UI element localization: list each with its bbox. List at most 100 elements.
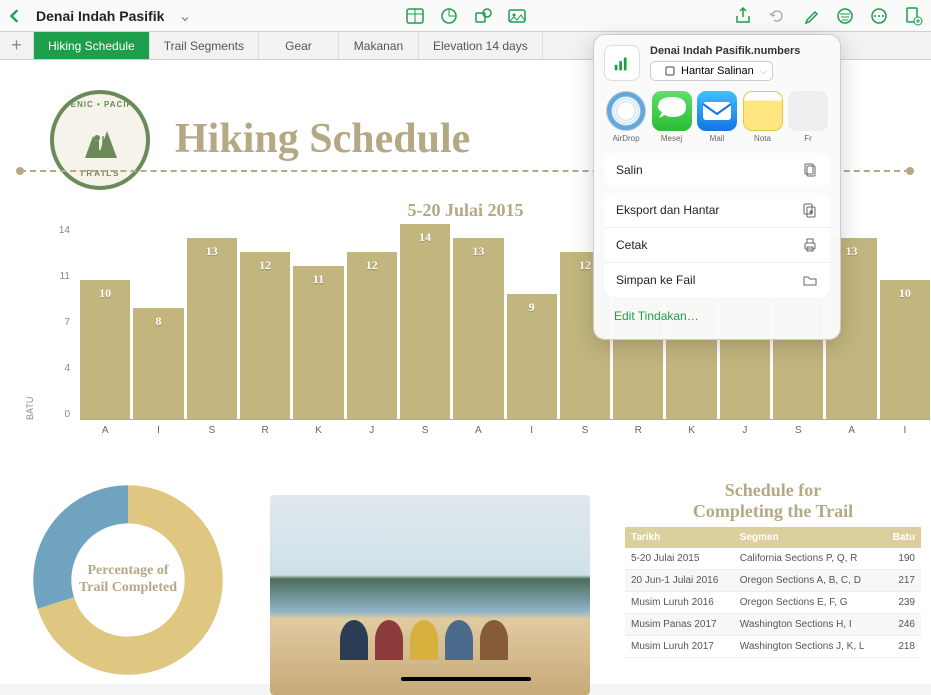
bar-value-label: 12 [259, 258, 271, 273]
x-tick-label: K [666, 425, 716, 436]
bar-value-label: 9 [529, 300, 535, 315]
bar-value-label: 13 [472, 244, 484, 259]
copy-action[interactable]: Salin [604, 153, 830, 187]
export-icon [802, 202, 818, 218]
chart-subtitle: 5-20 Julai 2015 [407, 200, 523, 221]
table-row[interactable]: 5-20 Julai 2015California Sections P, Q,… [625, 548, 921, 570]
copy-icon [802, 162, 818, 178]
table-cell[interactable]: 190 [883, 548, 921, 570]
table-cell[interactable]: Oregon Sections E, F, G [734, 592, 884, 614]
x-tick-label: K [293, 425, 343, 436]
chart-bar[interactable]: 12 [347, 252, 397, 419]
share-app[interactable]: AirDrop [604, 91, 648, 143]
add-sheet-button[interactable]: + [0, 32, 34, 59]
table-cell[interactable]: Oregon Sections A, B, C, D [734, 570, 884, 592]
sheet-tab[interactable]: Elevation 14 days [419, 32, 543, 59]
document-title[interactable]: Denai Indah Pasifik [36, 8, 164, 24]
chart-bar[interactable]: 14 [400, 224, 450, 419]
logo-top-text: SCENIC • PACIFIC [58, 100, 143, 109]
trail-photo[interactable] [270, 495, 590, 695]
chevron-down-icon[interactable]: ⌄ [178, 6, 191, 26]
chart-insert-icon[interactable] [439, 6, 459, 26]
edit-actions-link[interactable]: Edit Tindakan… [604, 303, 830, 329]
col-header[interactable]: Tarikh [625, 527, 734, 548]
col-header[interactable]: Batu [883, 527, 921, 548]
table-cell[interactable]: California Sections P, Q, R [734, 548, 884, 570]
table-cell[interactable]: 246 [883, 614, 921, 636]
nota-icon [743, 91, 783, 131]
table-row[interactable]: Musim Luruh 2017Washington Sections J, K… [625, 636, 921, 658]
format-panel-icon[interactable] [835, 6, 855, 26]
col-header[interactable]: Segmen [734, 527, 884, 548]
x-tick-label: A [826, 425, 876, 436]
share-actions-group1: Salin [604, 153, 830, 187]
undo-icon[interactable] [767, 6, 787, 26]
mesej-icon [652, 91, 692, 131]
table-row[interactable]: Musim Panas 2017Washington Sections H, I… [625, 614, 921, 636]
app-toolbar: Denai Indah Pasifik ⌄ [0, 0, 931, 32]
print-action[interactable]: Cetak [604, 228, 830, 263]
table-cell[interactable]: Musim Panas 2017 [625, 614, 734, 636]
share-app-label: Mail [710, 134, 725, 143]
bar-value-label: 11 [313, 272, 324, 287]
table-cell[interactable]: 239 [883, 592, 921, 614]
more-icon[interactable] [869, 6, 889, 26]
x-tick-label: S [187, 425, 237, 436]
bar-value-label: 12 [366, 258, 378, 273]
x-tick-label: J [720, 425, 770, 436]
x-tick-label: I [880, 425, 930, 436]
share-mode-dropdown[interactable]: Hantar Salinan [650, 61, 773, 81]
bar-value-label: 14 [419, 230, 431, 245]
sheet-tab[interactable]: Makanan [339, 32, 419, 59]
chart-bar[interactable]: 9 [507, 294, 557, 419]
chart-bar[interactable]: 13 [187, 238, 237, 419]
save-to-files-action[interactable]: Simpan ke Fail [604, 263, 830, 297]
share-app-label: Nota [754, 134, 771, 143]
chart-bar[interactable]: 12 [240, 252, 290, 419]
table-cell[interactable]: 5-20 Julai 2015 [625, 548, 734, 570]
share-icon[interactable] [733, 6, 753, 26]
trail-logo: SCENIC • PACIFIC TRAILS [50, 90, 150, 190]
share-app[interactable]: Nota [741, 91, 785, 143]
sheet-tab[interactable]: Trail Segments [150, 32, 259, 59]
sheet-tab[interactable]: Gear [259, 32, 339, 59]
shape-insert-icon[interactable] [473, 6, 493, 26]
x-tick-label: R [613, 425, 663, 436]
x-tick-label: I [133, 425, 183, 436]
media-insert-icon[interactable] [507, 6, 527, 26]
table-row[interactable]: Musim Luruh 2016Oregon Sections E, F, G2… [625, 592, 921, 614]
bar-value-label: 8 [155, 314, 161, 329]
table-cell[interactable]: Washington Sections H, I [734, 614, 884, 636]
chart-bar[interactable]: 10 [880, 280, 930, 419]
bar-value-label: 10 [99, 286, 111, 301]
x-tick-label: I [507, 425, 557, 436]
table-cell[interactable]: Washington Sections J, K, L [734, 636, 884, 658]
sheet-tab[interactable]: Hiking Schedule [34, 32, 150, 59]
table-cell[interactable]: 20 Jun-1 Julai 2016 [625, 570, 734, 592]
airdrop-icon [606, 91, 646, 131]
table-cell[interactable]: Musim Luruh 2017 [625, 636, 734, 658]
new-sheet-icon[interactable] [903, 6, 923, 26]
share-app[interactable]: Fr [786, 91, 830, 143]
chart-bar[interactable]: 11 [293, 266, 343, 419]
share-app[interactable]: Mail [695, 91, 739, 143]
home-indicator[interactable] [401, 677, 531, 681]
table-cell[interactable]: Musim Luruh 2016 [625, 592, 734, 614]
chart-bar[interactable]: 8 [133, 308, 183, 419]
completion-donut-chart[interactable]: Percentage of Trail Completed [28, 480, 228, 680]
table-cell[interactable]: 218 [883, 636, 921, 658]
export-action[interactable]: Eksport dan Hantar [604, 193, 830, 228]
share-app[interactable]: Mesej [650, 91, 694, 143]
table-insert-icon[interactable] [405, 6, 425, 26]
donut-center-label: Percentage of Trail Completed [78, 563, 178, 597]
chart-bar[interactable]: 10 [80, 280, 130, 419]
back-button[interactable] [8, 9, 22, 23]
share-app-label: AirDrop [612, 134, 639, 143]
chart-bar[interactable]: 13 [453, 238, 503, 419]
schedule-table[interactable]: Tarikh Segmen Batu 5-20 Julai 2015Califo… [625, 527, 921, 658]
page-title: Hiking Schedule [175, 115, 470, 163]
table-cell[interactable]: 217 [883, 570, 921, 592]
table-row[interactable]: 20 Jun-1 Julai 2016Oregon Sections A, B,… [625, 570, 921, 592]
format-brush-icon[interactable] [801, 6, 821, 26]
y-axis-label: BATU [25, 225, 35, 420]
